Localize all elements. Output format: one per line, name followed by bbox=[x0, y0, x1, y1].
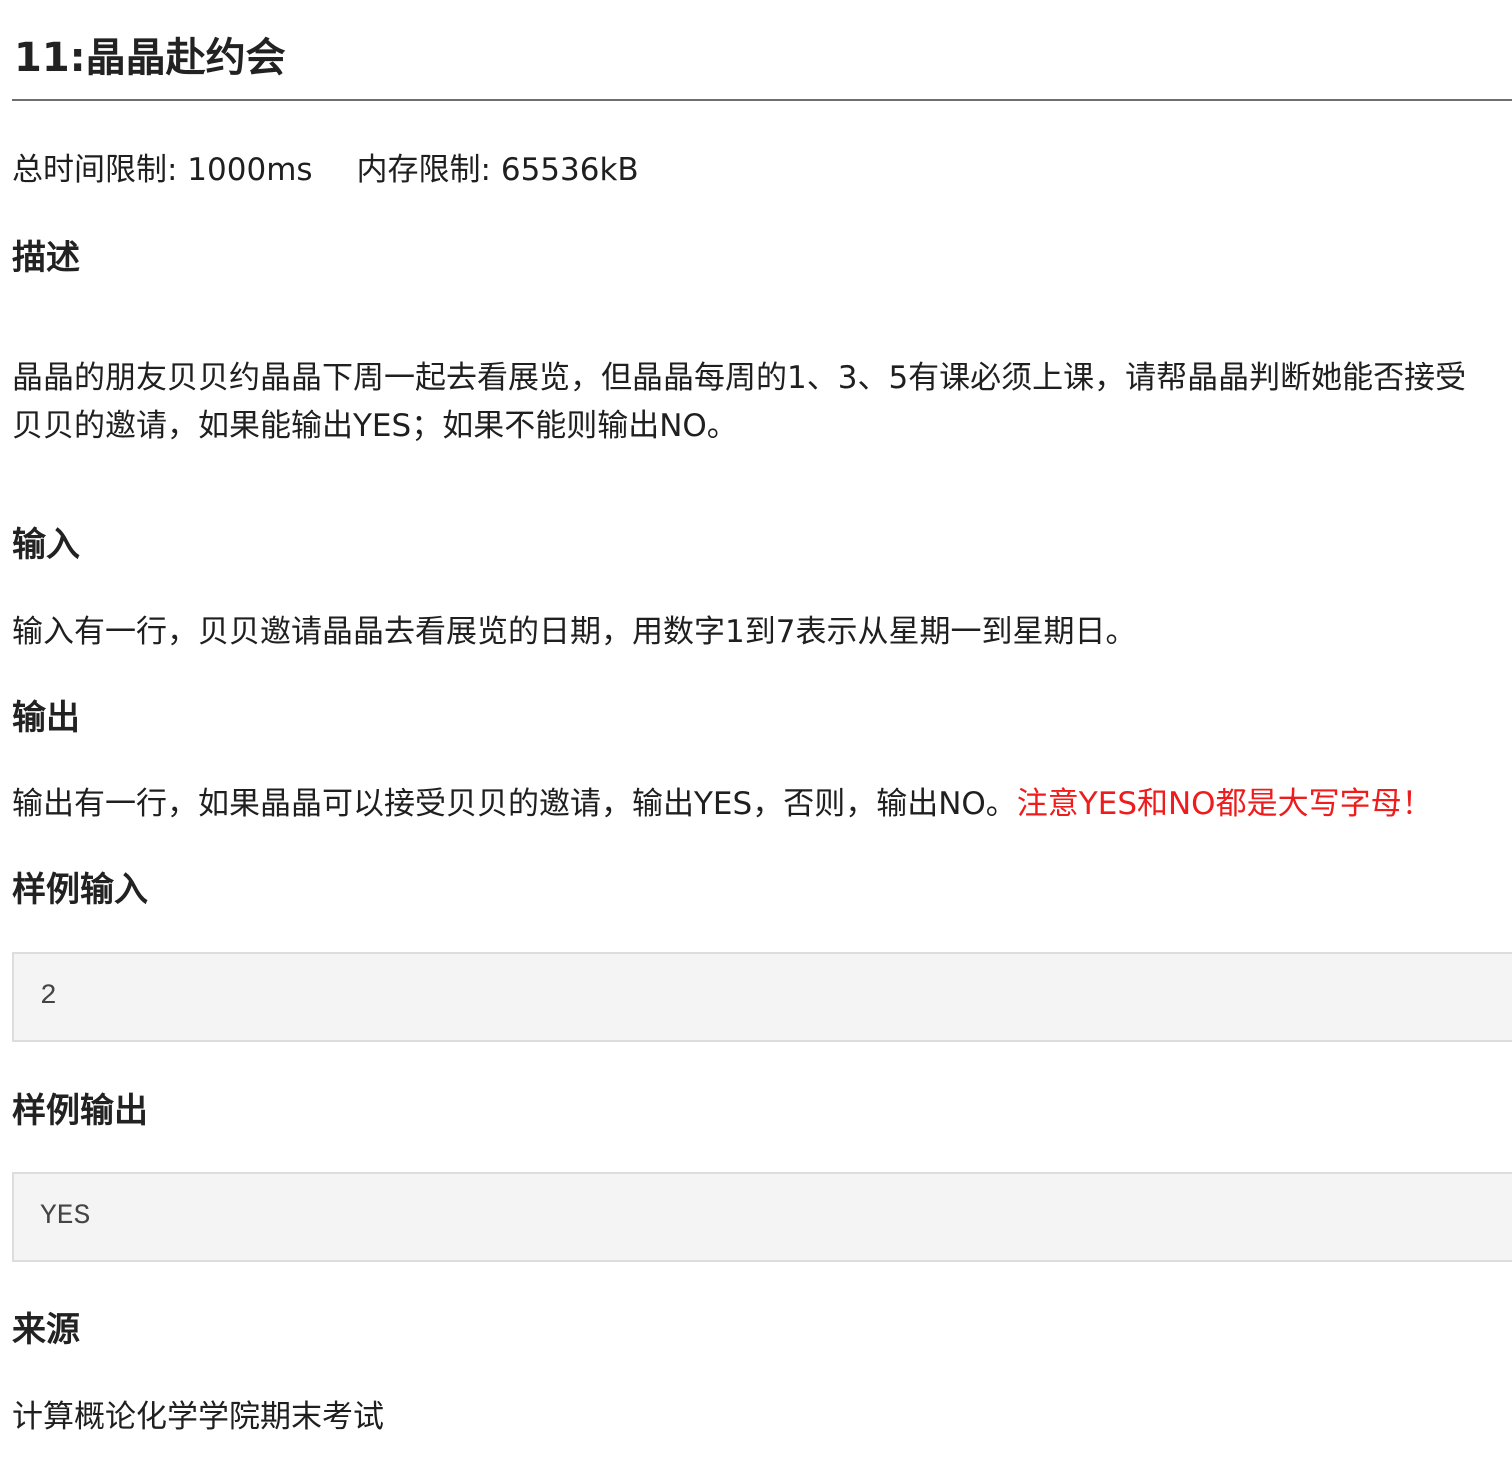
description-line-2: 贝贝的邀请，如果能输出YES；如果不能则输出NO。 bbox=[12, 408, 738, 444]
sample-input-box[interactable]: 2 bbox=[12, 952, 1512, 1042]
problem-title: 11:晶晶赴约会 bbox=[14, 35, 286, 81]
time-limit: 总时间限制: 1000ms bbox=[12, 152, 313, 188]
output-heading: 输出 bbox=[12, 698, 80, 738]
memory-limit: 内存限制: 65536kB bbox=[356, 152, 639, 188]
input-heading: 输入 bbox=[12, 525, 80, 565]
sample-output-heading: 样例输出 bbox=[12, 1091, 148, 1131]
output-text: 输出有一行，如果晶晶可以接受贝贝的邀请，输出YES，否则，输出NO。注意YES和… bbox=[12, 780, 1433, 828]
description-heading: 描述 bbox=[12, 238, 80, 278]
description-text: 晶晶的朋友贝贝约晶晶下周一起去看展览，但晶晶每周的1、3、5有课必须上课，请帮晶… bbox=[12, 354, 1466, 450]
sample-input-heading: 样例输入 bbox=[12, 870, 148, 910]
title-divider bbox=[12, 99, 1512, 101]
source-heading: 来源 bbox=[12, 1310, 80, 1350]
description-line-1: 晶晶的朋友贝贝约晶晶下周一起去看展览，但晶晶每周的1、3、5有课必须上课，请帮晶… bbox=[12, 360, 1467, 396]
output-description: 输出有一行，如果晶晶可以接受贝贝的邀请，输出YES，否则，输出NO。 bbox=[12, 786, 1017, 822]
limits-row: 总时间限制: 1000ms 内存限制: 65536kB bbox=[12, 148, 639, 192]
uppercase-note: 注意YES和NO都是大写字母！ bbox=[1016, 786, 1433, 822]
sample-output-box[interactable]: YES bbox=[12, 1172, 1512, 1262]
input-text: 输入有一行，贝贝邀请晶晶去看展览的日期，用数字1到7表示从星期一到星期日。 bbox=[12, 614, 1137, 650]
source-text: 计算概论化学学院期末考试 bbox=[12, 1399, 384, 1435]
